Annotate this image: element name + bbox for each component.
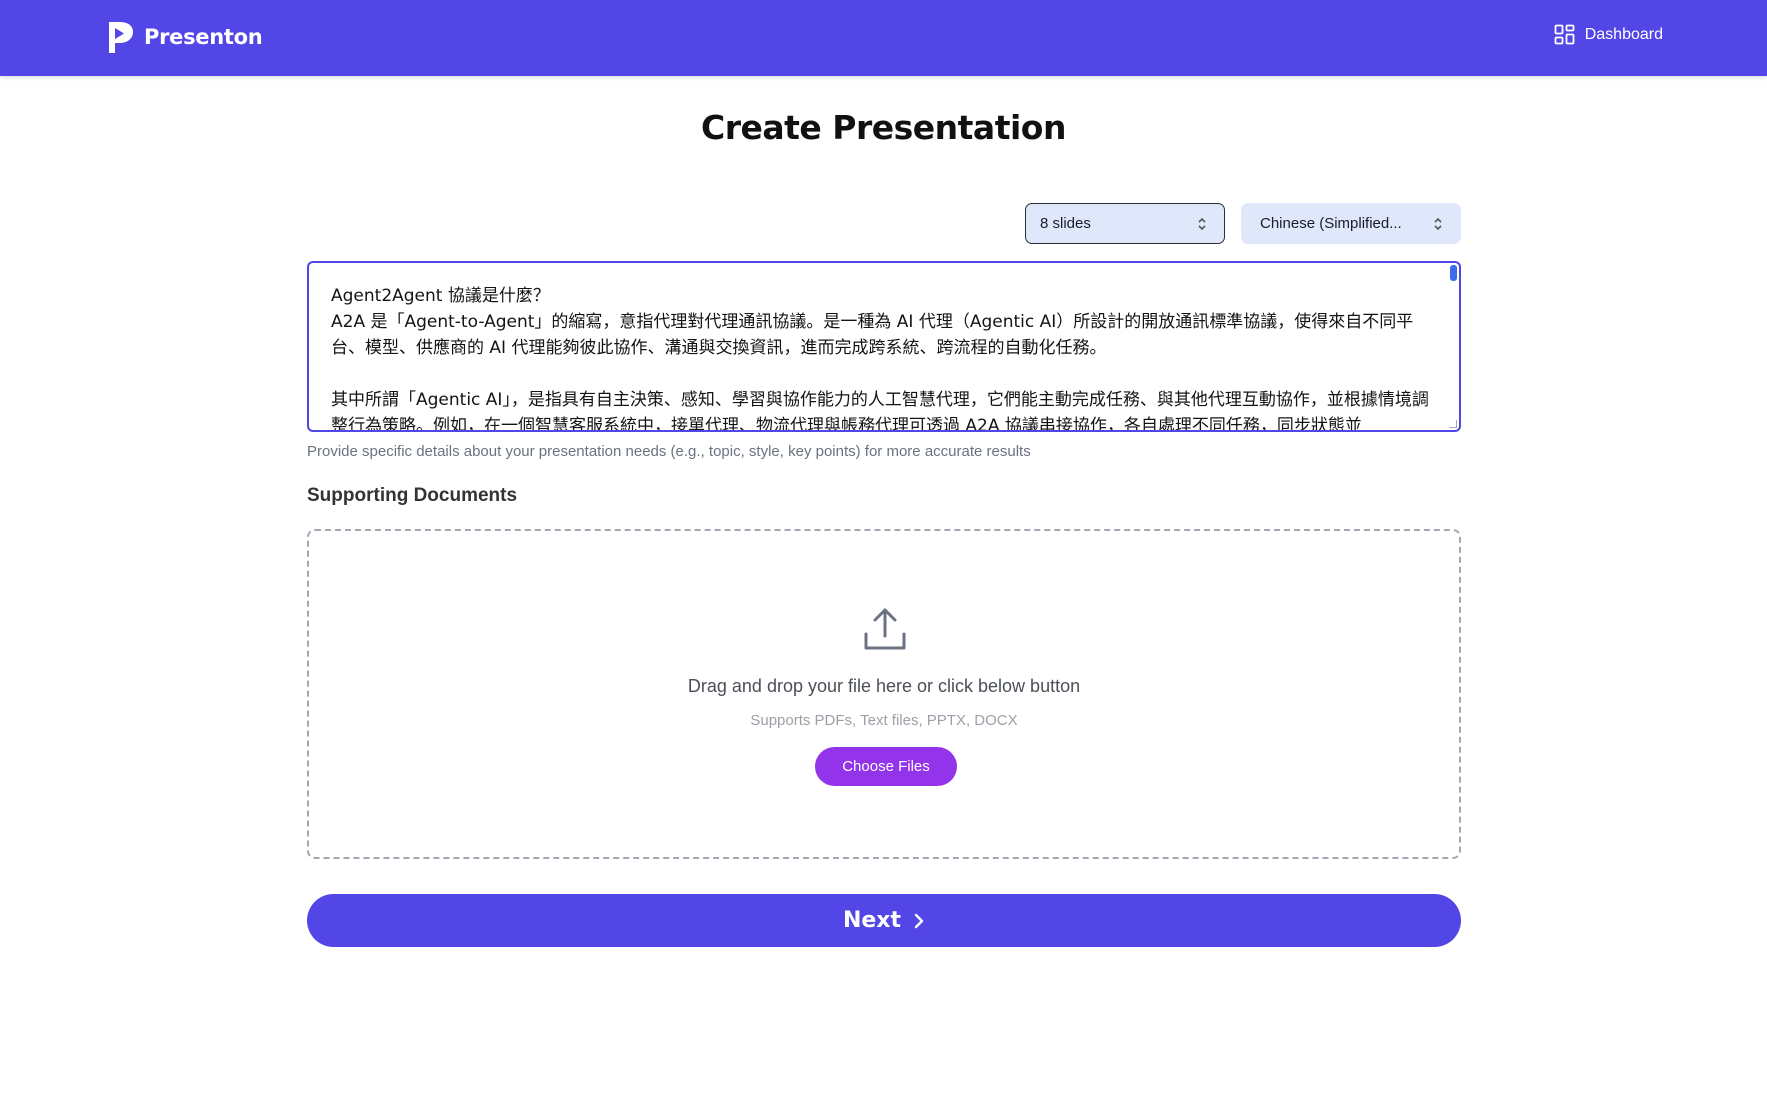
slide-count-value: 8 slides — [1040, 215, 1091, 232]
dropzone-subtitle: Supports PDFs, Text files, PPTX, DOCX — [750, 712, 1018, 729]
language-select[interactable]: Chinese (Simplified... — [1241, 203, 1461, 244]
textarea-resize-handle[interactable] — [1449, 420, 1457, 428]
prompt-text: Agent2Agent 協議是什麼？ A2A 是「Agent-to-Agent」… — [331, 286, 1429, 432]
dashboard-link[interactable]: Dashboard — [1554, 24, 1663, 45]
presenton-logo-icon — [109, 21, 133, 53]
prompt-helper-text: Provide specific details about your pres… — [307, 443, 1031, 460]
chevron-up-down-icon — [1198, 217, 1206, 230]
supporting-documents-heading: Supporting Documents — [307, 485, 518, 506]
upload-icon — [864, 608, 906, 650]
next-button-label: Next — [842, 908, 902, 933]
textarea-scrollbar[interactable] — [1450, 265, 1457, 281]
page-title: Create Presentation — [701, 108, 1066, 147]
dashboard-grid-icon — [1554, 24, 1575, 45]
brand-home-link[interactable]: Presenton — [105, 18, 263, 56]
dashboard-label: Dashboard — [1584, 25, 1663, 43]
brand-name: Presenton — [144, 25, 263, 49]
top-navbar: Presenton Dashboard — [0, 0, 1767, 76]
slide-count-select[interactable]: 8 slides — [1025, 203, 1225, 244]
next-button[interactable]: Next — [307, 894, 1461, 947]
chevron-up-down-icon — [1434, 217, 1442, 230]
dropzone-title: Drag and drop your file here or click be… — [687, 676, 1081, 696]
language-value: Chinese (Simplified... — [1260, 215, 1402, 232]
chevron-right-icon — [914, 913, 924, 928]
file-dropzone[interactable]: Drag and drop your file here or click be… — [307, 529, 1461, 859]
choose-files-button[interactable]: Choose Files — [815, 747, 957, 786]
prompt-textarea[interactable]: Agent2Agent 協議是什麼？ A2A 是「Agent-to-Agent」… — [307, 261, 1461, 432]
